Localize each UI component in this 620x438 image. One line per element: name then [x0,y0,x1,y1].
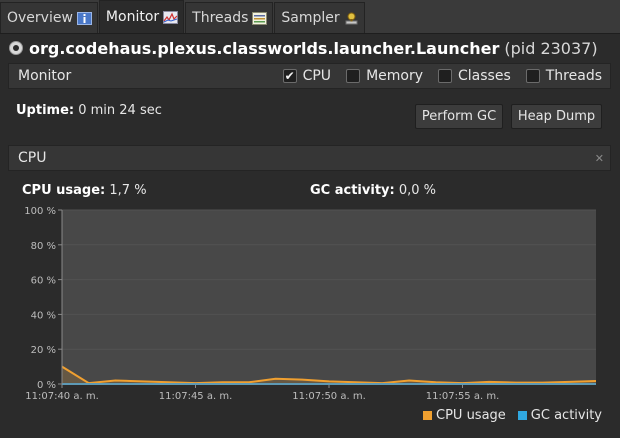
cpu-usage-label: CPU usage: [22,183,106,198]
monitor-checkboxes: ✔ CPU Memory Classes Threads [268,68,610,84]
heap-dump-button[interactable]: Heap Dump [511,104,602,129]
y-tick-label: 60 % [31,276,56,287]
tab-threads-label: Threads [192,10,249,26]
gc-activity-readout: GC activity: 0,0 % [310,183,436,198]
monitor-section-bar: Monitor ✔ CPU Memory Classes Threads [8,63,611,89]
legend-label-gc: GC activity [530,408,602,423]
x-tick-label: 11:07:40 a. m. [25,391,99,402]
sampler-icon [345,12,358,24]
process-id: (pid 23037) [504,38,598,58]
cpu-usage-value: 1,7 % [109,183,147,198]
uptime-label: Uptime: [16,103,75,118]
y-tick-label: 40 % [31,310,56,321]
y-tick-label: 80 % [31,241,56,252]
tab-monitor[interactable]: Monitor [98,0,185,33]
application-icon [9,41,23,55]
legend-label-cpu: CPU usage [436,408,506,423]
checkbox-checked-icon[interactable]: ✔ [282,69,297,83]
monitor-graph-icon [163,10,179,24]
classes-checkbox[interactable]: Classes [438,68,511,84]
tab-sampler[interactable]: Sampler [274,2,365,33]
application-title: org.codehaus.plexus.classworlds.launcher… [8,37,598,59]
legend-swatch-cpu [423,411,432,420]
y-tick-label: 0 % [37,380,56,391]
memory-checkbox-label: Memory [366,68,423,84]
cpu-usage-readout: CPU usage: 1,7 % [22,183,147,198]
x-tick-label: 11:07:55 a. m. [426,391,500,402]
cpu-panel-header: CPU ✕ [8,145,611,171]
cpu-panel-label: CPU [18,150,47,166]
monitor-section-label: Monitor [18,68,72,84]
tab-sampler-label: Sampler [281,10,340,26]
uptime-readout: Uptime: 0 min 24 sec [16,103,162,118]
classes-checkbox-label: Classes [458,68,511,84]
close-icon[interactable]: ✕ [595,152,604,165]
threads-checkbox[interactable]: Threads [525,68,602,84]
uptime-value: 0 min 24 sec [78,103,162,118]
perform-gc-button[interactable]: Perform GC [415,104,503,129]
memory-checkbox[interactable]: Memory [346,68,423,84]
cpu-checkbox-label: CPU [302,68,332,84]
gc-activity-value: 0,0 % [398,183,437,198]
tab-overview-label: Overview [7,10,73,26]
threads-list-icon [252,11,268,25]
plot-area [62,210,596,384]
y-tick-label: 100 % [24,206,56,217]
x-tick-label: 11:07:45 a. m. [159,391,233,402]
y-tick-label: 20 % [31,345,56,356]
x-tick-label: 11:07:50 a. m. [292,391,366,402]
info-icon [76,11,92,25]
chart-legend: CPU usage GC activity [423,408,602,423]
application-name: org.codehaus.plexus.classworlds.launcher… [29,38,500,58]
legend-item-cpu: CPU usage [423,408,506,423]
checkbox-unchecked-icon[interactable] [346,69,361,83]
cpu-chart: 0 % 20 % 40 % 60 % 80 % 100 % 11:07:40 a. m. 11… [24,206,597,402]
tab-monitor-label: Monitor [105,9,160,25]
tab-overview[interactable]: Overview [0,2,98,33]
gc-activity-label: GC activity: [310,183,395,198]
legend-swatch-gc [517,411,527,420]
legend-item-gc: GC activity [517,408,602,423]
cpu-checkbox[interactable]: ✔ CPU [282,68,332,84]
checkbox-unchecked-icon[interactable] [438,69,452,83]
tab-threads[interactable]: Threads [185,2,274,33]
tab-bar: Overview Monitor Threads Sampler [0,0,620,34]
threads-checkbox-label: Threads [545,68,602,84]
checkbox-unchecked-icon[interactable] [525,69,540,83]
